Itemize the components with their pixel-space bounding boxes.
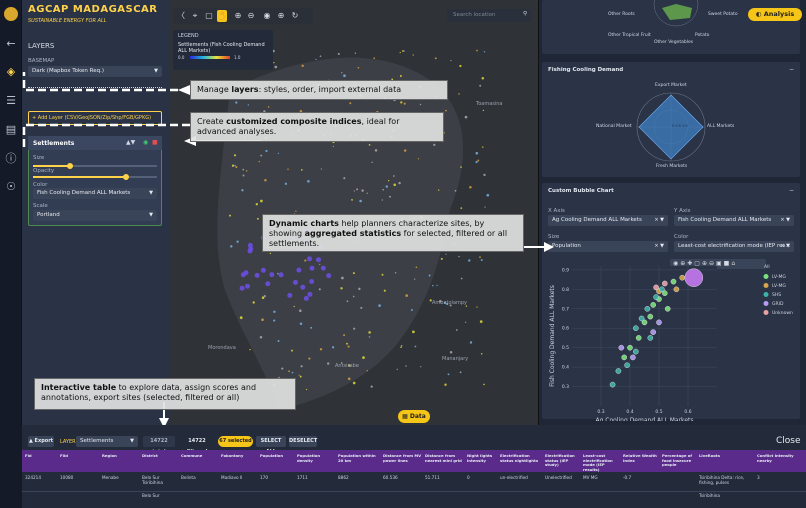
column-header[interactable]: Percentage of food insecure people [662, 453, 697, 468]
table-annotation: Interactive table to explore data, assig… [34, 378, 296, 410]
annotation-bold: customized composite indices [226, 117, 362, 126]
table-cell: 324214 [25, 475, 41, 480]
column-header[interactable]: Conflict Intensity nearby [757, 453, 802, 463]
select-all-button[interactable]: SELECT ALL [256, 436, 286, 455]
table-cell: 0 [467, 475, 470, 480]
table-cell: 3 [757, 475, 760, 480]
table-cell: 1711 [297, 475, 308, 480]
total-count: 14722 total [143, 436, 175, 455]
annotation-bold: aggregated statistics [304, 229, 402, 238]
table-cell: 170 [260, 475, 268, 480]
indices-annotation: Create customized composite indices, ide… [190, 112, 444, 142]
table-cell: 10080 [60, 475, 74, 480]
bottom-rail [0, 425, 22, 508]
column-header[interactable]: Population density [297, 453, 336, 463]
column-header[interactable]: District [142, 453, 180, 459]
annotation-text: : styles, order, import external data [258, 85, 402, 94]
column-header[interactable]: Region [102, 453, 140, 459]
selected-count[interactable]: 67 selected [218, 436, 253, 447]
table-cell: Tsiribihina Delta: rice, fishing, pulses [699, 475, 745, 485]
close-button[interactable]: Close [776, 436, 801, 446]
filtered-count: 14722 filtered [187, 438, 208, 455]
annotation-bold: Dynamic charts [269, 219, 339, 228]
column-header[interactable]: Electrification status (IEP study) [545, 453, 581, 468]
layers-annotation: Manage layers: styles, order, import ext… [190, 80, 448, 100]
table-cell: Tsiribihina [699, 493, 720, 498]
column-header[interactable]: Relative Wealth Index [623, 453, 660, 463]
column-header[interactable]: Fid [25, 453, 58, 459]
table-cell: Belo Sur Tsiribihina [142, 475, 163, 485]
column-header[interactable]: LiveRoots [699, 453, 755, 459]
deselect-button[interactable]: DESELECT [289, 436, 317, 447]
column-header[interactable]: Distance from nearest mini grid [425, 453, 465, 463]
annotation-bold: Interactive table [41, 383, 117, 392]
table-cell: 51.711 [425, 475, 440, 480]
table-layer-value: Settlements [80, 438, 114, 444]
column-header[interactable]: Fild [60, 453, 100, 459]
column-header[interactable]: Distance from MV power lines [383, 453, 423, 463]
table-cell: MV MG [583, 475, 598, 480]
layer-label: LAYER [60, 439, 76, 445]
table-layer-select[interactable]: Settlements ▼ [76, 436, 138, 447]
column-header[interactable]: Commune [181, 453, 219, 459]
table-cell: Belinta [181, 475, 196, 480]
annotation-bold: layers [231, 85, 259, 94]
column-header[interactable]: Population within 20 km [338, 453, 381, 463]
charts-annotation: Dynamic charts help planners characteriz… [262, 214, 524, 252]
table-cell: 60.536 [383, 475, 398, 480]
table-cell: -0.7 [623, 475, 632, 480]
export-icon: ▲ [28, 438, 33, 444]
export-label: Export [34, 438, 54, 444]
table-cell: 8862 [338, 475, 349, 480]
table-cell: Belo Sur [142, 493, 160, 498]
table-cell: Madiavo II [221, 475, 243, 480]
table-grid: Fid Fild Region District Commune Fokontany Pop… [22, 450, 806, 508]
annotation-text: Manage [197, 85, 232, 94]
column-header[interactable]: Electrification status nightlights [500, 453, 543, 463]
export-button[interactable]: ▲ Export [28, 436, 54, 447]
table-cell: Unelectrified [545, 475, 572, 480]
table-cell: Menabe [102, 475, 119, 480]
annotation-arrows [22, 72, 554, 425]
column-header[interactable]: Population [260, 453, 295, 459]
chevron-down-icon: ▼ [130, 438, 134, 444]
column-header[interactable]: Night lights intensity [467, 453, 498, 463]
annotation-text: Create [197, 117, 227, 126]
column-header[interactable]: Fokontany [221, 453, 259, 459]
column-header[interactable]: Least-cost electrification mode (IEP res… [583, 453, 621, 472]
table-cell: un-electrified [500, 475, 528, 480]
